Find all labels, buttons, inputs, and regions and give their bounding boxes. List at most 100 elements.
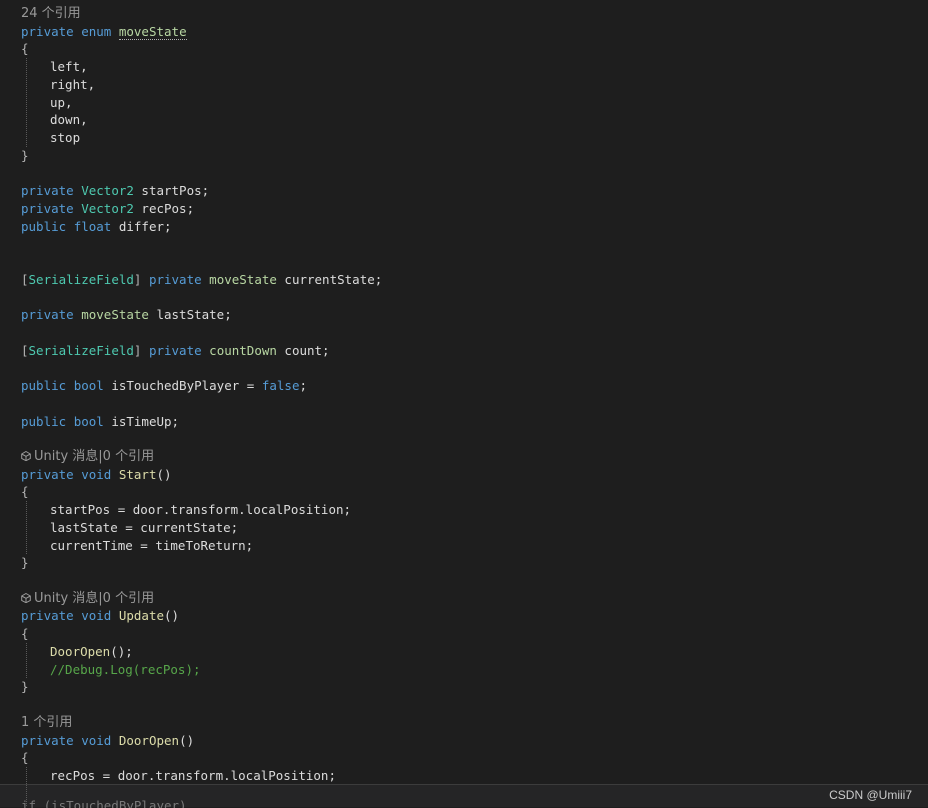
code-token: down, [50,112,88,128]
code-line: startPos = door.transform.localPosition; [50,501,351,519]
code-line: { [21,40,29,58]
code-token: DoorOpen [50,643,111,659]
code-token: DoorOpen [118,732,180,748]
code-token: private [21,183,74,199]
indent-guide [26,766,27,806]
code-token: up, [50,94,73,110]
code-token: () [179,732,195,748]
code-token: () [164,608,180,624]
code-token: } [21,679,29,695]
code-line: public bool isTouchedByPlayer = false; [21,377,307,395]
code-token: isTimeUp; [103,413,180,429]
code-token: () [156,466,172,482]
code-line: [SerializeField] private moveState curre… [21,271,382,289]
code-line: public float differ; [21,218,172,236]
code-line: private enum moveState [21,23,187,41]
code-line: recPos = door.transform.localPosition; [50,767,336,784]
code-token: { [21,41,29,57]
watermark: CSDN @Umiii7 [829,788,912,802]
code-line: stop [50,129,80,147]
codelens-text: 24 个引用 [21,6,81,21]
code-token: private [21,23,74,39]
code-token: (); [110,643,133,659]
code-line: { [21,483,29,501]
code-line: lastState = currentState; [50,519,238,537]
code-token: currentTime = timeToReturn; [50,537,254,553]
code-token: public [21,378,67,394]
code-line: down, [50,111,88,129]
code-token: float [73,218,112,234]
code-token: startPos; [133,183,210,199]
code-token: [ [21,271,29,287]
codelens-text: 1 个引用 [21,714,73,730]
code-token: } [21,147,29,163]
code-token: private [148,342,202,358]
code-token: left, [50,59,88,75]
code-token: currentState; [276,271,383,287]
code-token: bool [73,413,104,429]
code-token: right, [50,76,96,92]
codelens-line[interactable]: Unity 消息|0 个引用 [21,590,154,608]
code-line: } [21,554,29,572]
code-line: private moveState lastState; [21,306,232,324]
code-line: DoorOpen(); [50,643,133,661]
code-token: differ; [111,218,172,234]
code-token: stop [50,130,81,146]
code-token: isTouchedByPlayer = [103,378,262,394]
code-token: lastState; [148,307,232,323]
code-editor[interactable]: 24 个引用 private enum moveState{left, right,… [0,0,928,784]
code-token: count; [276,342,330,358]
code-line: private void Update() [21,607,179,625]
code-token: bool [73,378,104,394]
code-token: moveState [81,307,149,323]
code-line: left, [50,58,88,76]
code-token: { [21,484,29,500]
code-token: recPos; [133,200,195,216]
code-line: private Vector2 startPos; [21,182,209,200]
code-token: public [21,218,67,234]
code-token: SerializeField [28,342,134,358]
code-line: public bool isTimeUp; [21,413,179,431]
code-line: private void DoorOpen() [21,732,194,750]
code-line: { [21,625,29,643]
code-token: Vector2 [81,183,134,199]
indent-guide [26,501,27,555]
code-line: //Debug.Log(recPos); [50,661,201,679]
code-token: void [81,466,112,482]
code-token: public [21,413,67,429]
code-token: SerializeField [28,271,134,287]
code-token: private [21,466,74,482]
code-line: { [21,749,29,767]
code-token: recPos = door.transform.localPosition; [50,767,336,783]
code-token: private [21,608,74,624]
code-token: countDown [209,342,277,358]
code-line: } [21,147,29,165]
code-token: moveState [209,271,277,287]
code-token: //Debug.Log(recPos); [50,661,201,677]
code-token: { [21,626,29,642]
code-token: private [21,200,74,216]
code-line: private void Start() [21,466,172,484]
unity-icon [21,451,31,461]
code-token: Start [118,466,157,482]
code-token: lastState = currentState; [50,519,239,535]
indent-guide [26,58,27,147]
code-token: enum [81,23,112,39]
code-token: { [21,750,29,766]
code-line: currentTime = timeToReturn; [50,537,253,555]
codelens-line[interactable]: 24 个引用 [21,5,81,23]
code-line: [SerializeField] private countDown count… [21,342,330,360]
code-token: startPos = door.transform.localPosition; [50,502,352,518]
codelens-line[interactable]: 1 个引用 [21,714,72,732]
code-line: up, [50,94,73,112]
code-line: private Vector2 recPos; [21,200,194,218]
code-token: void [81,732,112,748]
codelens-line[interactable]: Unity 消息|0 个引用 [21,448,154,466]
codelens-text: Unity 消息|0 个引用 [34,590,155,606]
